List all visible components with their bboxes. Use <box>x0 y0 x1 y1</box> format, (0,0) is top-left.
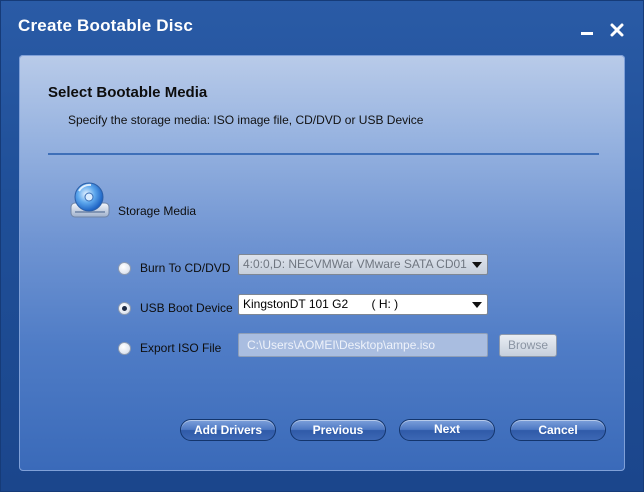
usb-boot-device-label[interactable]: USB Boot Device <box>140 301 233 315</box>
cd-dvd-drive-value: 4:0:0,D: NECVMWar VMware SATA CD01 <box>243 257 467 271</box>
cancel-button[interactable]: Cancel <box>510 419 606 441</box>
chevron-down-icon <box>472 262 482 268</box>
iso-path-input <box>238 333 488 357</box>
content-panel: Select Bootable Media Specify the storag… <box>19 55 625 471</box>
burn-cd-dvd-radio[interactable] <box>118 262 131 275</box>
usb-boot-device-radio[interactable] <box>118 302 131 315</box>
window-title: Create Bootable Disc <box>18 16 193 35</box>
export-iso-file-label[interactable]: Export ISO File <box>140 341 221 355</box>
previous-button[interactable]: Previous <box>290 419 386 441</box>
page-title: Select Bootable Media <box>48 84 208 101</box>
chevron-down-icon <box>472 302 482 308</box>
usb-device-select[interactable]: KingstonDT 101 G2 ( H: ) <box>238 294 488 315</box>
create-bootable-disc-window: Create Bootable Disc Select Bootable Med… <box>0 0 644 492</box>
minimize-icon[interactable] <box>576 19 598 41</box>
usb-device-value: KingstonDT 101 G2 ( H: ) <box>243 297 399 311</box>
burn-cd-dvd-label[interactable]: Burn To CD/DVD <box>140 261 230 275</box>
page-subtitle: Specify the storage media: ISO image fil… <box>68 113 424 127</box>
browse-button: Browse <box>499 334 557 357</box>
export-iso-file-radio[interactable] <box>118 342 131 355</box>
title-bar[interactable]: Create Bootable Disc <box>1 1 643 53</box>
cd-dvd-drive-select: 4:0:0,D: NECVMWar VMware SATA CD01 <box>238 254 488 275</box>
storage-media-label: Storage Media <box>118 204 197 218</box>
close-icon[interactable] <box>606 19 628 41</box>
add-drivers-button[interactable]: Add Drivers <box>180 419 276 441</box>
next-button[interactable]: Next <box>399 419 495 441</box>
disc-drive-icon <box>69 181 111 221</box>
header-divider <box>48 153 599 155</box>
